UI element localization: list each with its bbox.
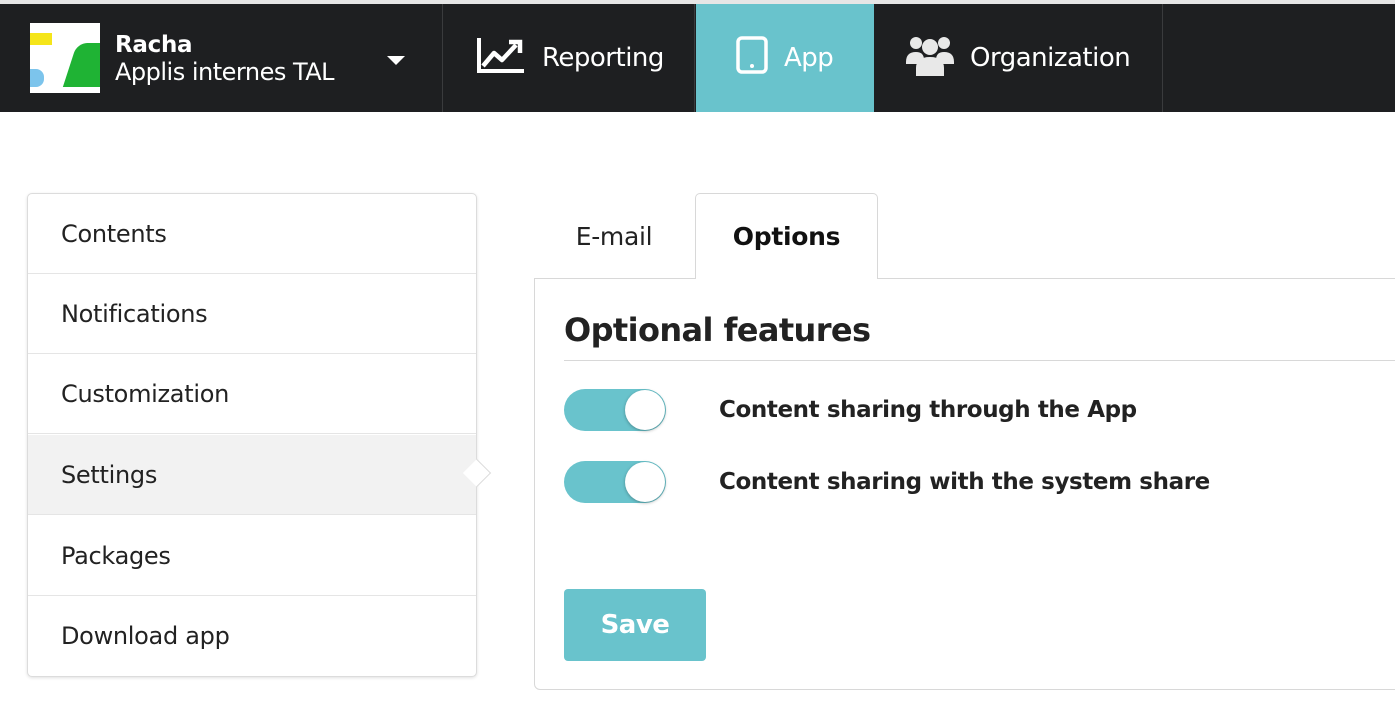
settings-sidebar: Contents Notifications Customization Set… bbox=[27, 193, 492, 677]
organization-subtitle: Applis internes TAL bbox=[115, 58, 335, 86]
content-sharing-app-toggle[interactable] bbox=[564, 389, 666, 431]
sidebar-item-label: Contents bbox=[61, 219, 167, 248]
content-sharing-system-toggle[interactable] bbox=[564, 461, 666, 503]
logo-yellow-shape bbox=[30, 33, 52, 45]
chevron-down-icon[interactable] bbox=[387, 56, 405, 65]
sidebar-item-label: Notifications bbox=[61, 299, 208, 328]
sidebar-item-label: Customization bbox=[61, 379, 229, 408]
sidebar-item-settings[interactable]: Settings bbox=[28, 435, 492, 515]
line-chart-icon bbox=[476, 36, 526, 81]
sidebar-item-customization[interactable]: Customization bbox=[28, 354, 476, 434]
sidebar-item-contents[interactable]: Contents bbox=[28, 194, 476, 274]
logo-blue-shape bbox=[30, 69, 44, 87]
title-divider bbox=[564, 360, 1395, 361]
nav-reporting[interactable]: Reporting bbox=[444, 4, 695, 112]
logo-green-shape bbox=[62, 43, 100, 87]
top-navigation-bar: Racha Applis internes TAL Reporting App bbox=[0, 0, 1395, 112]
tab-options[interactable]: Options bbox=[695, 193, 878, 279]
organization-name: Racha bbox=[115, 32, 193, 58]
content-sharing-app-label: Content sharing through the App bbox=[719, 397, 1137, 423]
nav-reporting-label: Reporting bbox=[542, 43, 664, 73]
organization-switcher[interactable]: Racha Applis internes TAL bbox=[0, 4, 443, 112]
users-icon bbox=[906, 34, 954, 83]
sidebar-item-packages[interactable]: Packages bbox=[28, 516, 476, 596]
sidebar-item-label: Download app bbox=[61, 622, 230, 650]
nav-app-label: App bbox=[784, 43, 834, 73]
nav-organization[interactable]: Organization bbox=[874, 4, 1163, 112]
toggle-knob bbox=[625, 462, 665, 502]
save-button[interactable]: Save bbox=[564, 589, 706, 661]
toggle-knob bbox=[625, 390, 665, 430]
content-sharing-system-label: Content sharing with the system share bbox=[719, 469, 1210, 495]
organization-logo bbox=[30, 23, 100, 93]
sidebar-item-download-app[interactable]: Download app bbox=[28, 596, 476, 676]
sidebar-item-notifications[interactable]: Notifications bbox=[28, 274, 476, 354]
sidebar-item-label: Settings bbox=[61, 460, 158, 489]
sidebar-item-label: Packages bbox=[61, 541, 171, 570]
options-panel: Optional features Content sharing throug… bbox=[534, 278, 1395, 690]
nav-organization-label: Organization bbox=[970, 43, 1131, 73]
tab-email[interactable]: E-mail bbox=[535, 193, 693, 279]
panel-title: Optional features bbox=[564, 311, 871, 349]
nav-app[interactable]: App bbox=[696, 4, 874, 112]
tab-email-label: E-mail bbox=[575, 221, 653, 251]
tablet-icon bbox=[736, 35, 768, 81]
active-indicator-arrow bbox=[462, 458, 492, 488]
tab-options-label: Options bbox=[732, 222, 841, 251]
